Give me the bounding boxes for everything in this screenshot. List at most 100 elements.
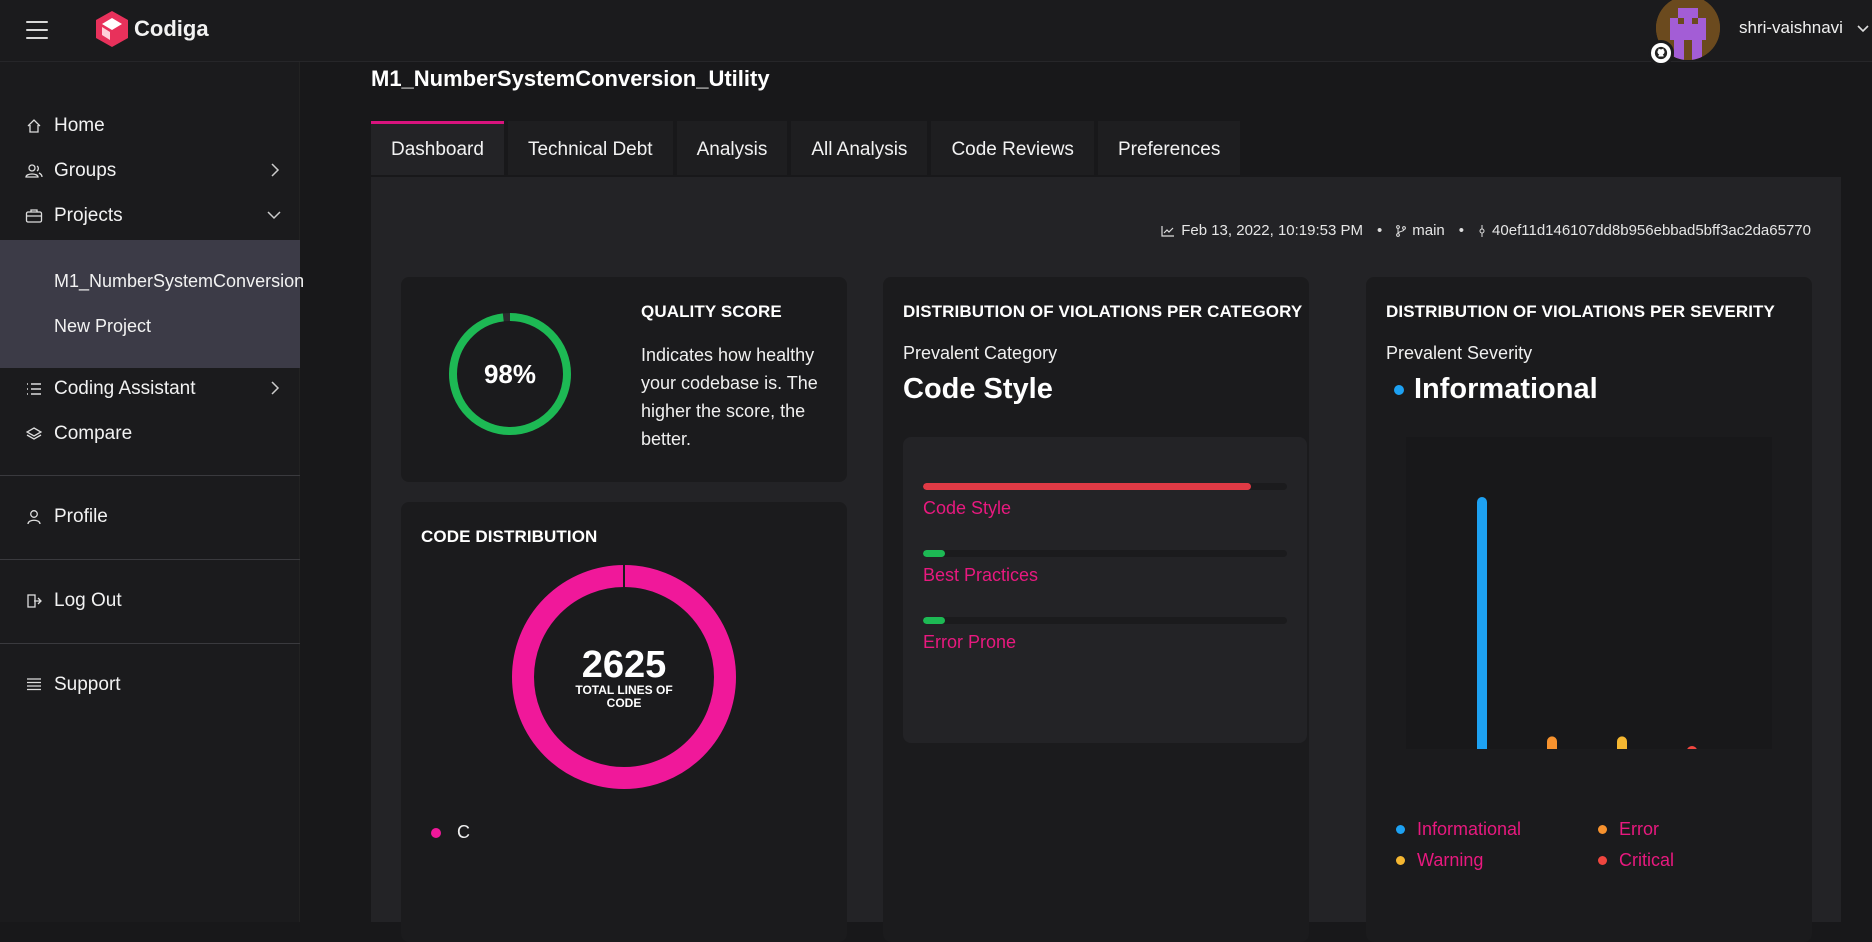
top-bar: Codiga shri-vaishnavi (0, 0, 1872, 66)
username[interactable]: shri-vaishnavi (1739, 18, 1843, 38)
tab-bar: Dashboard Technical Debt Analysis All An… (371, 121, 1241, 175)
branch-name[interactable]: main (1412, 222, 1445, 239)
category-bar-label: Best Practices (923, 565, 1039, 585)
code-distribution-card: CODE DISTRIBUTION 2625 TOTAL LINES OF CO… (401, 502, 847, 942)
layers-icon (24, 424, 44, 444)
sidebar-divider (0, 475, 300, 476)
category-bar-fill (923, 550, 945, 557)
sidebar-item-logout[interactable]: Log Out (0, 581, 300, 621)
severity-distribution-card: DISTRIBUTION OF VIOLATIONS PER SEVERITY … (1366, 277, 1812, 942)
groups-icon (24, 161, 44, 181)
category-bar-row[interactable]: Best Practices (923, 550, 1287, 586)
sidebar-item-profile[interactable]: Profile (0, 497, 300, 537)
sidebar-item-label: Support (54, 674, 121, 695)
home-icon (24, 116, 44, 136)
chevron-down-icon (267, 211, 281, 220)
sidebar-item-home[interactable]: Home (0, 106, 300, 146)
dashboard-panel: Feb 13, 2022, 10:19:53 PM • main • 40ef1… (371, 177, 1841, 942)
quality-score-card: 98% QUALITY SCORE Indicates how healthy … (401, 277, 847, 482)
category-bar-label: Error Prone (923, 632, 1017, 652)
analysis-meta: Feb 13, 2022, 10:19:53 PM • main • 40ef1… (1161, 222, 1811, 239)
sidebar-item-coding-assistant[interactable]: Coding Assistant (0, 369, 300, 409)
prevalent-severity-value: Informational (1394, 373, 1598, 406)
severity-legend-item[interactable]: Informational (1396, 819, 1521, 840)
chart-line-icon (1161, 225, 1175, 237)
tab-all-analysis[interactable]: All Analysis (791, 121, 928, 175)
github-icon (1648, 40, 1674, 66)
legend-bullet (1396, 856, 1405, 865)
category-distribution-title: DISTRIBUTION OF VIOLATIONS PER CATEGORY (903, 302, 1303, 321)
quality-score-ring: 98% (449, 313, 571, 435)
support-icon (24, 675, 44, 695)
commit-icon (1479, 224, 1485, 237)
severity-bar-critical[interactable] (1687, 746, 1697, 749)
total-lines-label: TOTAL LINES OF CODE (575, 684, 673, 710)
briefcase-icon (24, 206, 44, 226)
branch-icon (1396, 224, 1407, 237)
severity-legend-item[interactable]: Warning (1396, 850, 1483, 871)
legend-label: C (457, 822, 470, 842)
tab-analysis[interactable]: Analysis (676, 121, 788, 175)
severity-bar-informational[interactable] (1477, 497, 1487, 749)
sidebar-item-support[interactable]: Support (0, 665, 300, 705)
logo[interactable]: Codiga (94, 9, 209, 49)
category-bar-row[interactable]: Error Prone (923, 617, 1287, 653)
category-bar-fill (923, 617, 945, 624)
category-bar-label: Code Style (923, 498, 1012, 518)
commit-hash[interactable]: 40ef11d146107dd8b956ebbad5bff3ac2da65770 (1492, 222, 1811, 239)
sidebar-item-label: Projects (54, 205, 123, 226)
quality-score-description: Indicates how healthy your codebase is. … (641, 345, 818, 449)
sidebar-item-label: Home (54, 115, 105, 136)
legend-bullet (1598, 825, 1607, 834)
severity-distribution-title: DISTRIBUTION OF VIOLATIONS PER SEVERITY (1386, 302, 1775, 321)
prevalent-severity-text: Informational (1414, 373, 1598, 405)
tab-preferences[interactable]: Preferences (1097, 121, 1241, 175)
sidebar-divider (0, 643, 300, 644)
category-distribution-card: DISTRIBUTION OF VIOLATIONS PER CATEGORY … (883, 277, 1309, 942)
tab-code-reviews[interactable]: Code Reviews (931, 121, 1094, 175)
prevalent-severity-label: Prevalent Severity (1386, 343, 1533, 363)
severity-legend-item[interactable]: Error (1598, 819, 1659, 840)
severity-legend-item[interactable]: Critical (1598, 850, 1674, 871)
quality-score-title: QUALITY SCORE (641, 302, 782, 321)
severity-bullet (1394, 384, 1404, 395)
sidebar-item-label: Compare (54, 423, 133, 444)
category-bars: Code Style Best Practices Error Prone (903, 437, 1307, 743)
sidebar-item-label: Groups (54, 160, 117, 181)
legend-label: Warning (1417, 850, 1484, 870)
severity-bar-warning[interactable] (1617, 736, 1627, 749)
sidebar-divider (0, 559, 300, 560)
chevron-right-icon (271, 381, 280, 395)
sidebar-project-current[interactable]: M1_NumberSystemConversion (54, 271, 304, 292)
codiga-logo-icon (96, 11, 128, 47)
legend-bullet (431, 827, 441, 838)
legend-bullet (1396, 825, 1405, 834)
menu-icon[interactable] (26, 21, 48, 39)
brand-name: Codiga (134, 16, 209, 41)
severity-bar-error[interactable] (1547, 736, 1557, 749)
category-bar-fill (923, 483, 1251, 490)
tab-technical-debt[interactable]: Technical Debt (507, 121, 673, 175)
sidebar-item-label: Profile (54, 506, 108, 527)
bar-track (923, 550, 1287, 557)
code-distribution-donut: 2625 TOTAL LINES OF CODE (512, 564, 736, 789)
analysis-date: Feb 13, 2022, 10:19:53 PM (1181, 222, 1363, 239)
bar-track (923, 483, 1287, 490)
sidebar-project-new[interactable]: New Project (54, 316, 151, 337)
bar-track (923, 617, 1287, 624)
user-icon (24, 507, 44, 527)
legend-label: Informational (1417, 819, 1522, 839)
sidebar-item-projects[interactable]: Projects (0, 196, 300, 236)
tab-dashboard[interactable]: Dashboard (371, 121, 504, 175)
chevron-down-icon[interactable] (1856, 22, 1870, 36)
category-bar-row[interactable]: Code Style (923, 483, 1287, 519)
total-lines-value: 2625 (582, 644, 667, 686)
language-legend: C (431, 822, 470, 843)
prevalent-category-value: Code Style (903, 373, 1053, 405)
projects-submenu: M1_NumberSystemConversion New Project (0, 240, 304, 368)
sidebar-item-label: Coding Assistant (54, 378, 196, 399)
sidebar-item-compare[interactable]: Compare (0, 414, 300, 454)
list-icon (24, 379, 44, 399)
chevron-right-icon (271, 163, 280, 177)
sidebar-item-groups[interactable]: Groups (0, 151, 300, 191)
